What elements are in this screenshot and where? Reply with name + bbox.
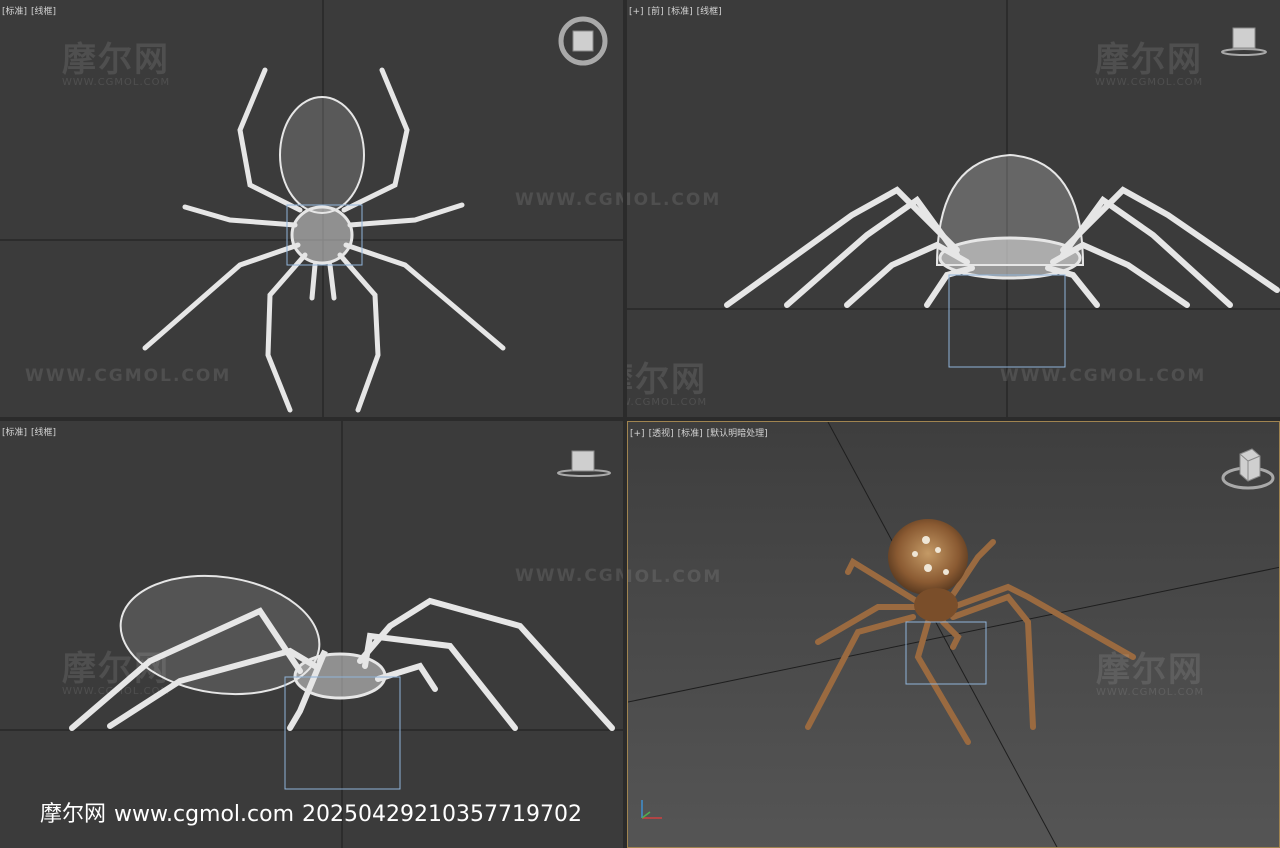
viewport-divider-vertical[interactable]	[623, 0, 627, 848]
viewport-left-label-mode[interactable]: [线框]	[31, 428, 56, 438]
spider-wireframe-front	[724, 153, 1280, 308]
viewcube-ring-icon	[558, 16, 608, 66]
viewport-left-label-shading[interactable]: [标准]	[2, 428, 27, 438]
viewport-top-label-shading[interactable]: [标准]	[2, 7, 27, 17]
viewport-left-labels[interactable]: [标准] [线框]	[2, 425, 60, 438]
viewcube-front-icon	[1221, 27, 1267, 56]
viewport-perspective-label-plus[interactable]: [+]	[630, 429, 645, 439]
viewcube-left[interactable]	[556, 449, 612, 485]
top-view-canvas	[0, 0, 623, 417]
viewcube-perspective[interactable]	[1220, 446, 1276, 496]
viewcube-left-icon	[557, 450, 611, 477]
viewcube-perspective-icon	[1221, 448, 1275, 490]
footer-id: 20250429210357719702	[302, 802, 582, 827]
viewport-top-labels[interactable]: [标准] [线框]	[2, 4, 60, 17]
perspective-view-canvas	[628, 422, 1279, 847]
viewport-top-label-mode[interactable]: [线框]	[31, 7, 56, 17]
viewport-front-label-shading[interactable]: [标准]	[668, 7, 693, 17]
viewport-top[interactable]: [标准][线框] 摩尔网WWW.CGMOL.COM WWW.CGMOL.COM …	[0, 0, 623, 417]
viewport-front-label-view[interactable]: [前]	[648, 7, 664, 17]
footer-site-name: 摩尔网	[40, 802, 107, 827]
viewport-divider-horizontal[interactable]	[0, 417, 1280, 421]
viewport-perspective-labels[interactable]: [+] [透视] [标准] [默认明暗处理]	[630, 426, 772, 439]
viewport-perspective-label-view[interactable]: [透视]	[649, 429, 674, 439]
footer-url: www.cgmol.com	[114, 802, 295, 827]
viewport-perspective-label-mode[interactable]: [默认明暗处理]	[707, 429, 768, 439]
viewcube-top[interactable]	[556, 14, 610, 72]
viewcube-front[interactable]	[1219, 26, 1269, 62]
left-view-canvas	[0, 421, 623, 848]
viewport-front-labels[interactable]: [+] [前] [标准] [线框]	[629, 4, 726, 17]
viewport-front-label-plus[interactable]: [+]	[629, 7, 644, 17]
viewport-perspective[interactable]: [+] [透视] [标准] [默认明暗处理]	[627, 421, 1280, 848]
viewport-left[interactable]: [标准][线框] 摩尔网WWW.CGMOL.COM WWW.CGMOL.COM …	[0, 421, 623, 848]
viewport-front-label-mode[interactable]: [线框]	[697, 7, 722, 17]
viewport-front[interactable]: [+][前][标准][线框] 摩尔网WWW.CGMOL.COM 摩尔网WWW.C…	[627, 0, 1280, 417]
front-view-canvas	[627, 0, 1280, 417]
footer-watermark: 摩尔网 www.cgmol.com 20250429210357719702	[40, 796, 590, 828]
viewport-perspective-label-shading[interactable]: [标准]	[678, 429, 703, 439]
